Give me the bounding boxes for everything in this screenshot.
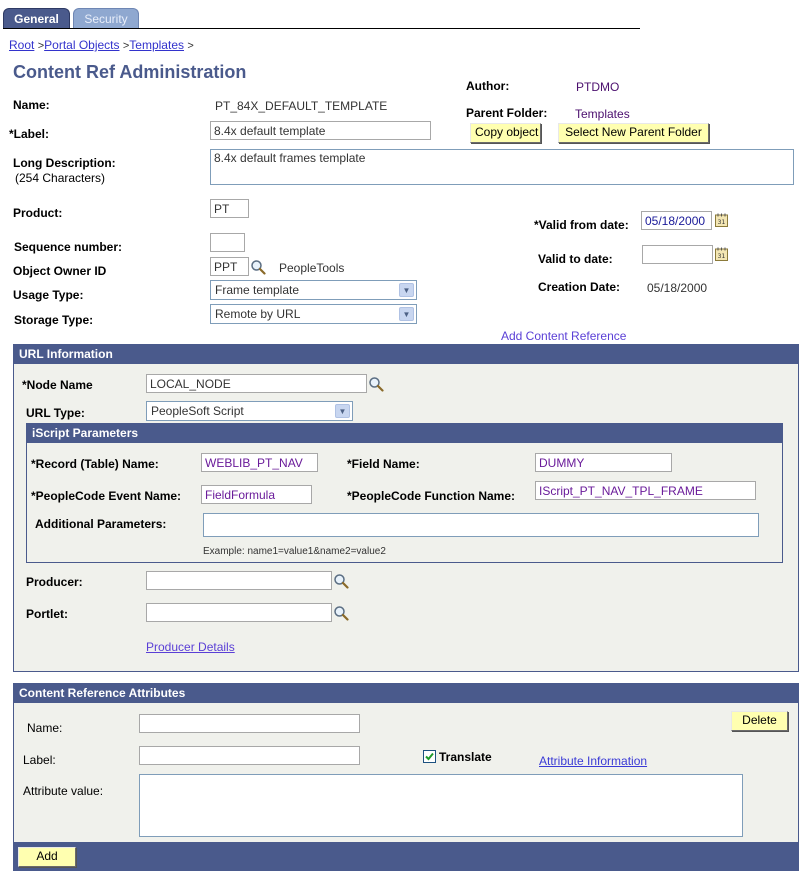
- object-owner-description: PeopleTools: [279, 261, 345, 275]
- chevron-down-icon: ▼: [399, 283, 414, 297]
- long-description-input[interactable]: 8.4x default frames template: [210, 149, 794, 185]
- object-owner-label: Object Owner ID: [13, 264, 107, 278]
- long-description-hint: (254 Characters): [15, 171, 106, 185]
- producer-input[interactable]: [146, 571, 332, 590]
- copy-object-button[interactable]: Copy object: [470, 123, 541, 143]
- tab-divider: [3, 28, 640, 29]
- translate-label: Translate: [439, 750, 492, 764]
- event-name-label: *PeopleCode Event Name:: [31, 489, 182, 503]
- add-button[interactable]: Add: [18, 847, 76, 867]
- function-name-label: *PeopleCode Function Name:: [347, 489, 516, 503]
- attribute-value-input[interactable]: [139, 774, 743, 837]
- producer-details-link[interactable]: Producer Details: [146, 640, 235, 654]
- attribute-value-label: Attribute value:: [23, 784, 104, 798]
- storage-type-select[interactable]: Remote by URL ▼: [210, 304, 417, 324]
- sequence-number-input[interactable]: [210, 233, 245, 252]
- content-reference-attributes-header: Content Reference Attributes: [14, 684, 798, 703]
- valid-to-label: Valid to date:: [538, 252, 613, 266]
- breadcrumb-separator: >: [187, 40, 194, 52]
- page-title: Content Ref Administration: [13, 62, 247, 82]
- additional-parameters-input[interactable]: [203, 513, 759, 537]
- attribute-name-label: Name:: [27, 721, 63, 735]
- url-type-value: PeopleSoft Script: [151, 404, 244, 418]
- checkmark-icon: [425, 752, 434, 761]
- attribute-name-input[interactable]: [139, 714, 360, 733]
- add-content-reference-link[interactable]: Add Content Reference: [501, 329, 626, 343]
- attribute-label-label: Label:: [23, 753, 56, 767]
- object-owner-input[interactable]: [210, 257, 249, 276]
- lookup-icon[interactable]: [333, 573, 349, 589]
- tab-general[interactable]: General: [3, 8, 70, 29]
- author-label: Author:: [466, 79, 510, 93]
- calendar-icon[interactable]: 31: [715, 213, 728, 227]
- valid-from-label: *Valid from date:: [534, 218, 629, 232]
- storage-type-label: Storage Type:: [14, 313, 94, 327]
- function-name-input[interactable]: [535, 481, 756, 500]
- additional-parameters-label: Additional Parameters:: [35, 517, 167, 531]
- creation-date-value: 05/18/2000: [647, 281, 708, 295]
- tab-security[interactable]: Security: [73, 8, 139, 29]
- attributes-footer-bar: [14, 842, 798, 870]
- field-name-input[interactable]: [535, 453, 672, 472]
- sequence-number-label: Sequence number:: [14, 240, 123, 254]
- long-description-label: Long Description:: [13, 156, 116, 170]
- valid-to-input[interactable]: [642, 245, 713, 264]
- svg-text:31: 31: [718, 253, 726, 260]
- attribute-label-input[interactable]: [139, 746, 360, 765]
- url-information-header: URL Information: [14, 345, 798, 364]
- portlet-label: Portlet:: [26, 607, 68, 621]
- node-name-label: *Node Name: [22, 378, 93, 392]
- parent-folder-label: Parent Folder:: [466, 106, 548, 120]
- url-type-label: URL Type:: [26, 406, 85, 420]
- breadcrumb-root[interactable]: Root: [9, 38, 34, 52]
- producer-label: Producer:: [26, 575, 83, 589]
- iscript-parameters-header: iScript Parameters: [27, 424, 782, 443]
- attribute-information-link[interactable]: Attribute Information: [539, 754, 647, 768]
- label-input[interactable]: [210, 121, 431, 140]
- usage-type-select[interactable]: Frame template ▼: [210, 280, 417, 300]
- event-name-input[interactable]: [201, 485, 312, 504]
- name-label: Name:: [13, 98, 50, 112]
- author-value: PTDMO: [576, 80, 620, 94]
- lookup-icon[interactable]: [333, 605, 349, 621]
- translate-checkbox[interactable]: [423, 750, 436, 763]
- breadcrumb: Root >Portal Objects >Templates >: [9, 38, 194, 52]
- usage-type-label: Usage Type:: [13, 288, 84, 302]
- node-name-input[interactable]: [146, 374, 367, 393]
- creation-date-label: Creation Date:: [538, 280, 621, 294]
- delete-button[interactable]: Delete: [731, 711, 788, 731]
- portlet-input[interactable]: [146, 603, 332, 622]
- storage-type-value: Remote by URL: [215, 307, 301, 321]
- valid-from-input[interactable]: [641, 211, 712, 230]
- calendar-icon[interactable]: 31: [715, 247, 728, 261]
- additional-parameters-example: Example: name1=value1&name2=value2: [203, 546, 386, 557]
- breadcrumb-portal-objects[interactable]: Portal Objects: [44, 38, 119, 52]
- svg-text:31: 31: [718, 219, 726, 226]
- product-input[interactable]: [210, 199, 249, 218]
- label-field-label: *Label:: [9, 127, 50, 141]
- parent-folder-value: Templates: [575, 107, 630, 121]
- chevron-down-icon: ▼: [335, 404, 350, 418]
- lookup-icon[interactable]: [368, 376, 384, 392]
- breadcrumb-templates[interactable]: Templates: [129, 38, 184, 52]
- chevron-down-icon: ▼: [399, 307, 414, 321]
- select-new-parent-folder-button[interactable]: Select New Parent Folder: [558, 123, 709, 143]
- record-name-label: *Record (Table) Name:: [31, 457, 159, 471]
- name-value: PT_84X_DEFAULT_TEMPLATE: [215, 99, 388, 113]
- lookup-icon[interactable]: [250, 259, 266, 275]
- usage-type-value: Frame template: [215, 283, 300, 297]
- url-type-select[interactable]: PeopleSoft Script ▼: [146, 401, 353, 421]
- field-name-label: *Field Name:: [347, 457, 420, 471]
- product-label: Product:: [13, 206, 63, 220]
- record-name-input[interactable]: [201, 453, 318, 472]
